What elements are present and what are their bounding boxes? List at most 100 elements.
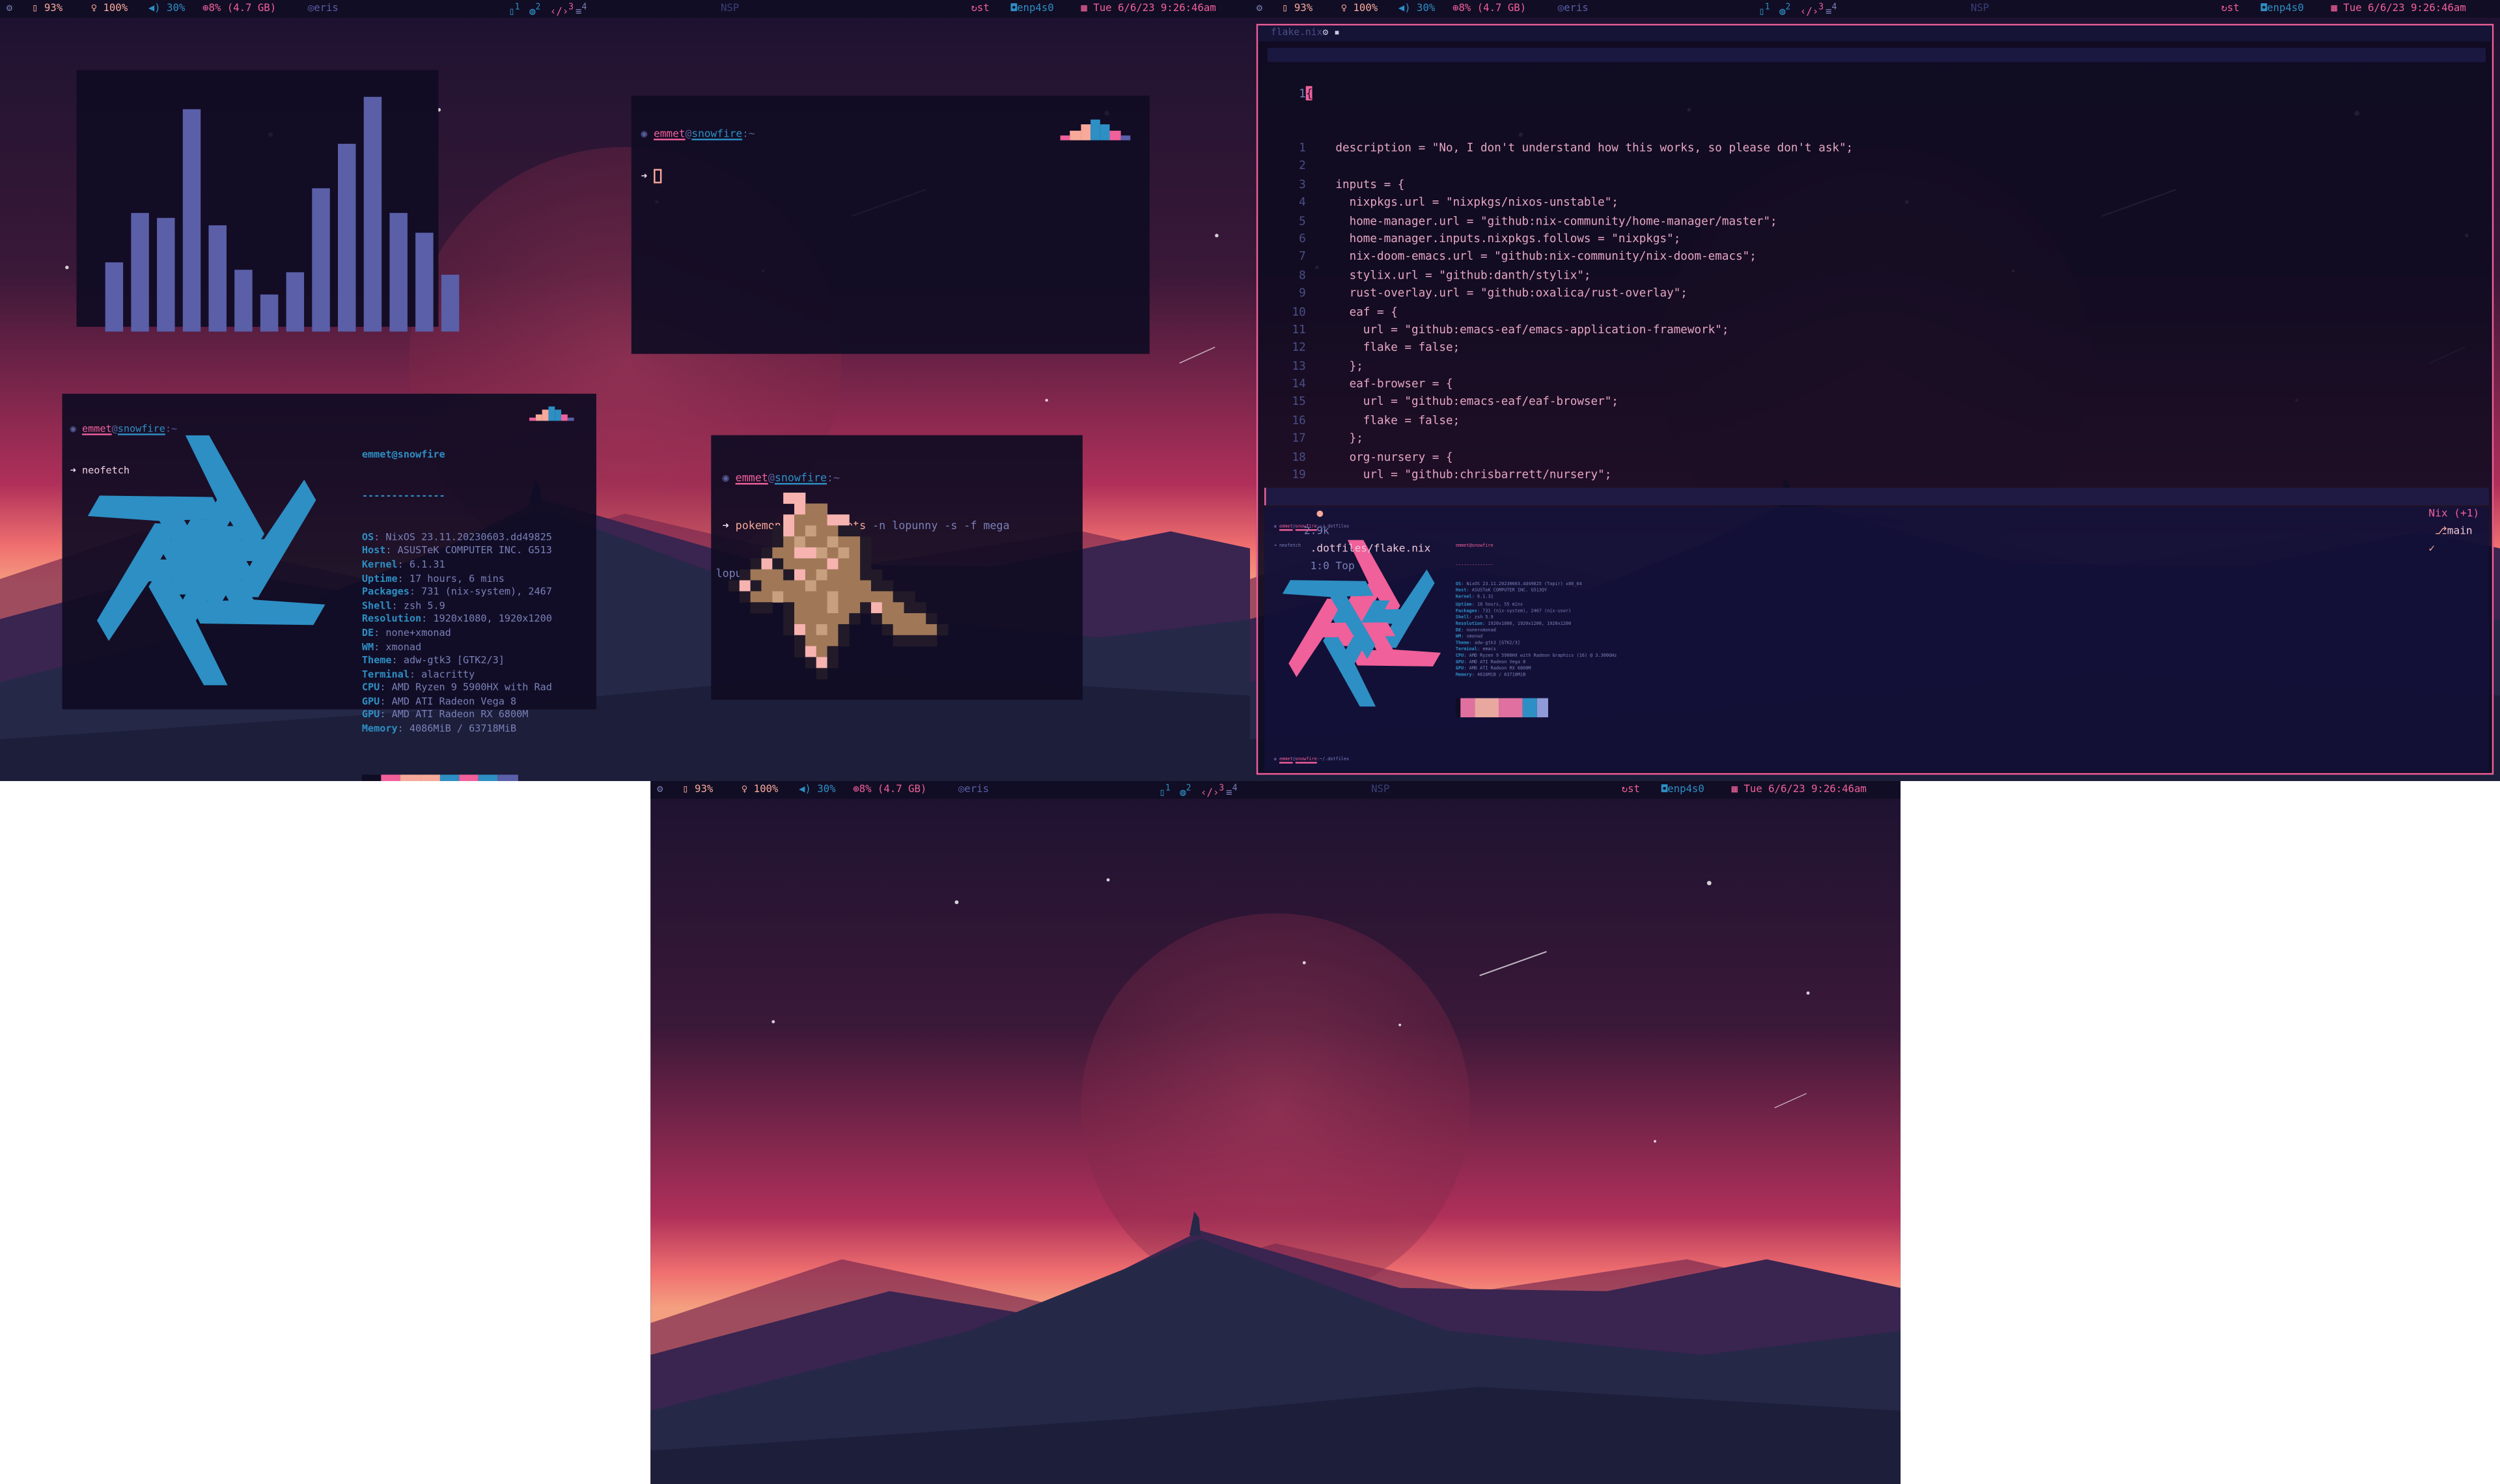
terminal-neofetch[interactable]: ◉ emmet@snowfire:~ ➜ neofetch emmet@snow… [62, 393, 596, 782]
scratchpad-workspace[interactable]: NSP [1971, 0, 1989, 18]
workspace-1[interactable]: ▯1 [1159, 781, 1170, 802]
emacs-window[interactable]: flake.nix⚙ ▪ 1{ 1 description = "No, I d… [1256, 23, 2494, 775]
scratchpad-workspace[interactable]: NSP [721, 0, 739, 18]
line-number: 5 [1299, 213, 1306, 228]
terminal-empty[interactable]: ◉ emmet@snowfire:~ ➜ [631, 95, 1150, 354]
line-number: 9 [1299, 285, 1306, 300]
line-text: url = "github:emacs-eaf/eaf-browser"; [1322, 394, 1618, 409]
sprite-pixel [870, 569, 883, 581]
workspace-4[interactable]: ≡4 [1226, 781, 1237, 802]
workspace-3[interactable]: ‹/›3 [1800, 0, 1824, 21]
sprite-pixel [827, 613, 839, 625]
cava-bar [286, 271, 304, 331]
sprite-pixel [849, 547, 861, 559]
status-bar: ⚙ ▯ 93% ♀ 100% ◀) 30% ⊕8% (4.7 GB) ◎eris… [0, 0, 1251, 21]
gear-icon[interactable]: ⚙ [657, 781, 663, 799]
info-row: Shell: zsh 5.9 [361, 600, 445, 612]
color-palette [1455, 698, 1617, 718]
workspace-1[interactable]: ▯1 [508, 0, 520, 21]
vterm-buffer[interactable]: ◉ emmet@snowfire:~/.dotfiles ➜ neofetch … [1264, 506, 2489, 772]
info-value: 4086MiB / 63718MiB [409, 723, 517, 735]
info-row: Theme: adw-gtk3 [GTK2/3] [361, 655, 505, 666]
sprite-pixel [915, 624, 926, 636]
sprite-pixel [783, 536, 795, 548]
workspace-3[interactable]: ‹/›3 [550, 0, 574, 21]
tab-flake-nix[interactable]: flake.nix⚙ ▪ [1271, 27, 1340, 38]
info-row: Kernel: 6.1.31 [1455, 594, 1493, 600]
sprite-pixel [794, 613, 806, 625]
info-row: OS: NixOS 23.11.20230603.dd49825 (Tapir)… [1455, 581, 1582, 588]
palette-swatch [361, 774, 382, 782]
line-number: 17 [1292, 430, 1306, 445]
sprite-pixel [870, 613, 883, 625]
color-palette [361, 774, 552, 782]
cava-bar [312, 187, 330, 331]
sprite-pixel [750, 558, 762, 570]
sprite-pixel [794, 635, 806, 647]
sprite-pixel [772, 558, 784, 570]
workspace-3[interactable]: ‹/›3 [1201, 781, 1224, 802]
info-value: AMD ATI Radeon Vega 8 [1469, 658, 1526, 665]
cursor-position: 1:0 Top [1310, 559, 1355, 573]
sprite-pixel [805, 569, 817, 581]
volume-indicator[interactable]: ◀) 30% [148, 0, 186, 18]
workspace-2[interactable]: ◍2 [1180, 781, 1191, 802]
cava-bar [156, 217, 175, 331]
workspace-1[interactable]: ▯1 [1758, 0, 1770, 21]
info-separator: -------------- [361, 491, 445, 502]
sprite-pixel [838, 580, 850, 592]
info-key: Uptime [361, 573, 398, 584]
info-value: AMD ATI Radeon RX 6800M [1469, 665, 1531, 671]
sprite-pixel [761, 602, 773, 614]
sprite-pixel [860, 602, 872, 614]
sprite-pixel [816, 624, 828, 636]
code-line: 15 url = "github:emacs-eaf/eaf-browser"; [1277, 393, 1854, 411]
info-key: CPU [1455, 652, 1464, 659]
gear-icon[interactable]: ⚙ [7, 0, 12, 18]
git-branch-icon: ⎇ [2428, 524, 2447, 538]
prompt-art [1060, 119, 1131, 141]
volume-indicator[interactable]: ◀) 30% [1398, 0, 1436, 18]
input-line[interactable]: ➜ [641, 169, 1140, 184]
info-key: Theme [361, 655, 392, 666]
terminal-pokemon[interactable]: ◉ emmet@snowfire:~ ➜ pokemon-colorscript… [711, 435, 1083, 700]
sprite-pixel [827, 569, 839, 581]
sprite-pixel [904, 635, 915, 647]
volume-indicator[interactable]: ◀) 30% [799, 781, 836, 799]
workspace-4[interactable]: ≡4 [1826, 0, 1837, 21]
workspace-4[interactable]: ≡4 [576, 0, 587, 21]
code-line: 1 description = "No, I don't understand … [1277, 139, 1854, 157]
gear-icon[interactable]: ⚙ [1257, 0, 1262, 18]
info-value: AMD Ryzen 9 5900HX with Radeon Graphics … [1469, 652, 1617, 659]
monitor-top-right: ⚙ ▯ 93% ♀ 100% ◀) 30% ⊕8% (4.7 GB) ◎eris… [1250, 0, 2500, 782]
workspace-2[interactable]: ◍2 [1779, 0, 1790, 21]
sprite-pixel [816, 569, 828, 581]
sprite-pixel [761, 569, 773, 581]
line-number: 12 [1292, 340, 1306, 355]
git-branch[interactable]: main [2447, 525, 2473, 538]
status-bar: ⚙ ▯ 93% ♀ 100% ◀) 30% ⊕8% (4.7 GB) ◎eris… [650, 781, 1901, 802]
cava-bar [337, 143, 356, 331]
scratchpad-workspace[interactable]: NSP [1371, 781, 1389, 799]
prompt-art [529, 406, 574, 421]
major-mode[interactable]: Nix (+1) [2428, 507, 2479, 520]
sprite-pixel [849, 613, 861, 625]
info-row: Theme: adw-gtk3 [GTK2/3] [1455, 639, 1520, 646]
sprite-pixel [882, 591, 894, 603]
sprite-pixel [772, 569, 784, 581]
workspace-2[interactable]: ◍2 [529, 0, 540, 21]
code-line: 4 nixpkgs.url = "nixpkgs/nixos-unstable"… [1277, 193, 1854, 212]
info-key: Packages [1455, 606, 1477, 613]
sprite-pixel [827, 536, 839, 548]
line-text: description = "No, I don't understand ho… [1322, 140, 1854, 155]
sprite-pixel [893, 591, 904, 603]
info-row: OS: NixOS 23.11.20230603.dd49825 [361, 532, 552, 543]
info-key: GPU [361, 696, 380, 708]
code-area[interactable]: 1{ 1 description = "No, I don't understa… [1277, 48, 1854, 484]
sprite-pixel [816, 613, 828, 625]
sprite-pixel [794, 569, 806, 581]
info-row: DE: none+xmonad [1455, 625, 1496, 633]
palette-swatch [400, 774, 421, 782]
info-row: Memory: 4616MiB / 63718MiB [1455, 671, 1526, 678]
sprite-pixel [827, 525, 839, 537]
